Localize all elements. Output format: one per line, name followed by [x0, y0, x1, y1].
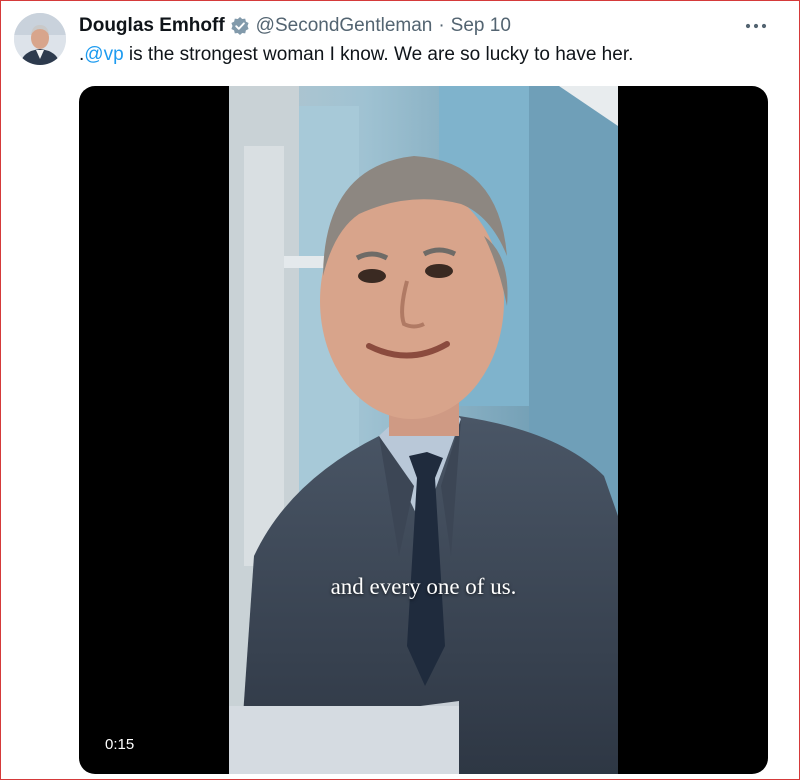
- author-name[interactable]: Douglas Emhoff: [79, 15, 225, 37]
- tweet-text-body: is the strongest woman I know. We are so…: [123, 44, 634, 65]
- video-caption: and every one of us.: [330, 574, 517, 599]
- tweet-header: Douglas Emhoff @SecondGentleman · Sep 10: [79, 14, 511, 38]
- author-avatar[interactable]: [14, 13, 66, 65]
- author-handle[interactable]: @SecondGentleman: [256, 15, 433, 37]
- mention-link[interactable]: @vp: [84, 44, 123, 65]
- video-duration: 0:15: [99, 734, 141, 755]
- more-options-icon[interactable]: [742, 14, 770, 38]
- tweet-date[interactable]: Sep 10: [451, 15, 511, 37]
- tweet-text: .@vp is the strongest woman I know. We a…: [79, 44, 633, 66]
- verified-badge-icon: [230, 16, 250, 36]
- header-separator: ·: [438, 15, 445, 36]
- video-frame-image: [229, 86, 618, 774]
- video-player[interactable]: and every one of us. 0:15: [79, 86, 768, 774]
